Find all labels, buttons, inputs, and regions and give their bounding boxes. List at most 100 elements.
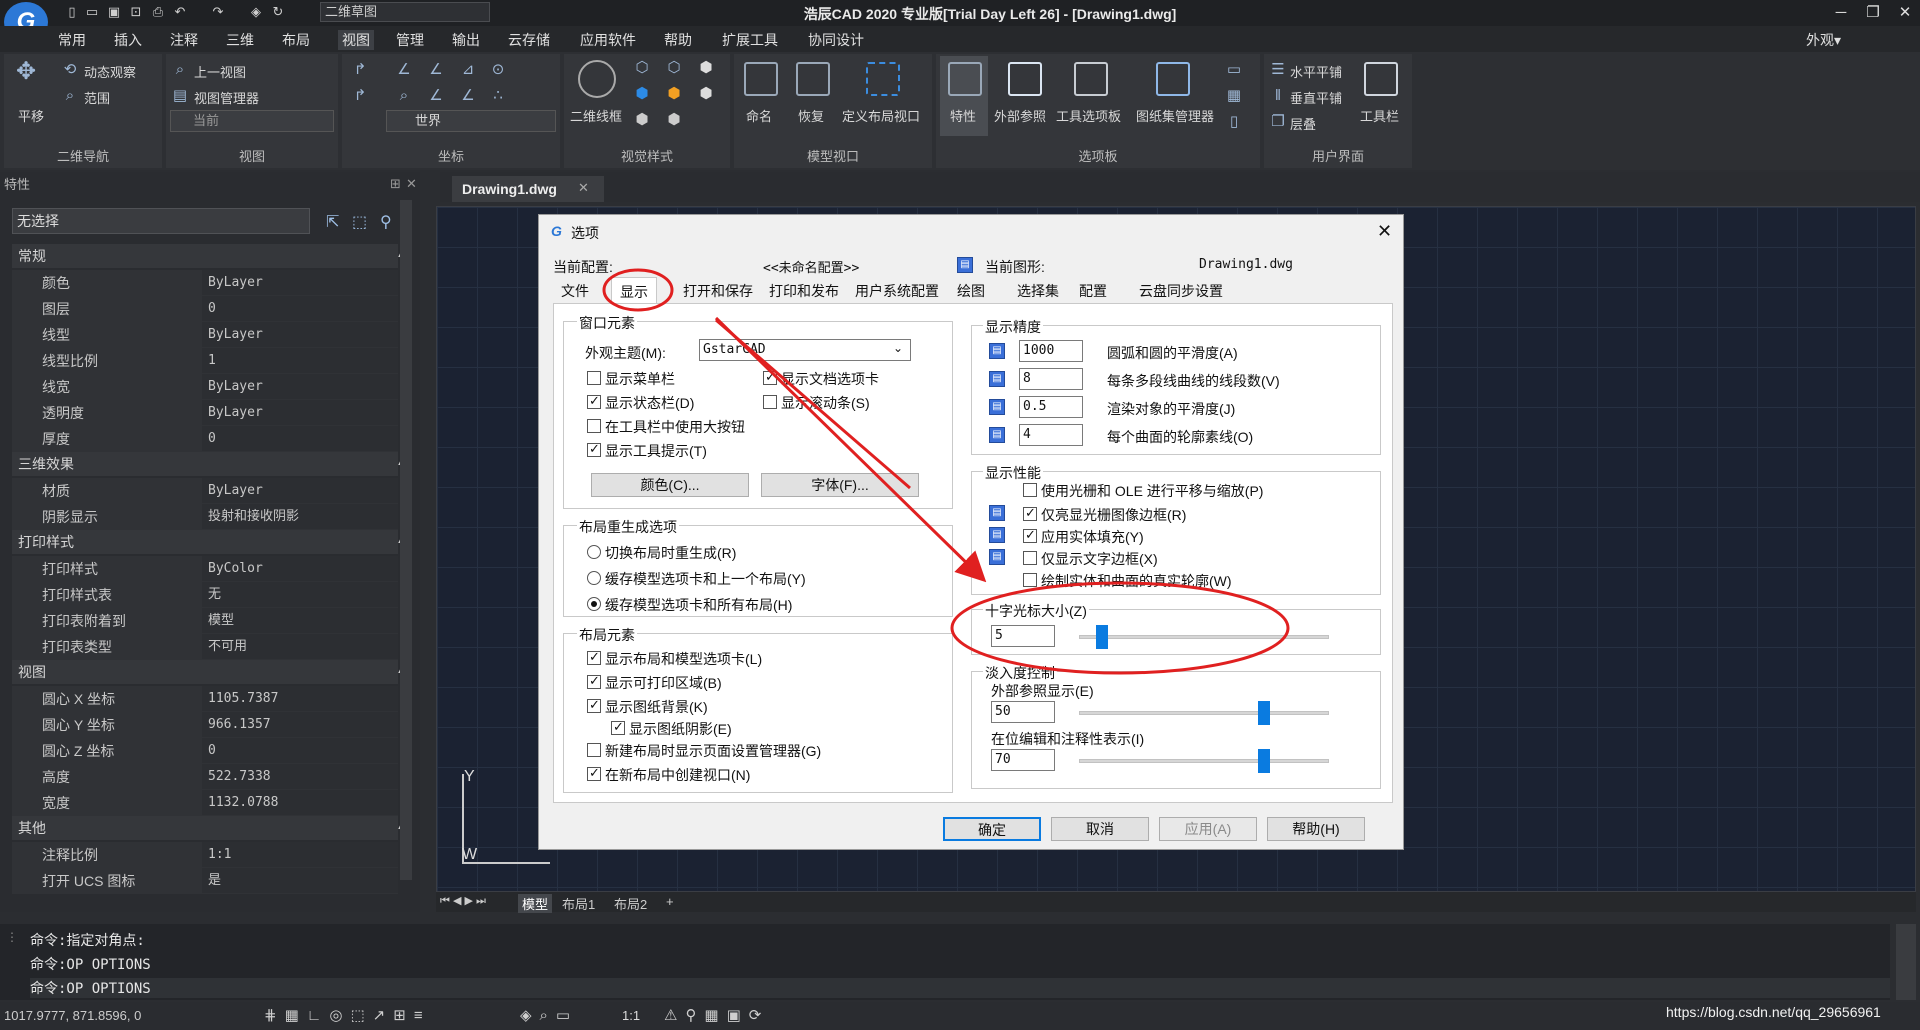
menu-item-view[interactable]: 视图	[338, 30, 374, 50]
tool-palette-button[interactable]: 工具选项板	[1056, 106, 1121, 125]
redo-icon[interactable]: ↷	[210, 4, 226, 20]
property-row[interactable]: 圆心 Z 坐标 0	[12, 738, 398, 764]
open-file-icon[interactable]: ▭	[84, 4, 100, 20]
define-viewport-button[interactable]: 定义布局视口	[842, 106, 920, 125]
property-row[interactable]: 圆心 X 坐标 1105.7387	[12, 686, 398, 712]
palette-small-icon[interactable]: ▭	[1224, 60, 1244, 80]
large-buttons-checkbox[interactable]	[587, 419, 601, 433]
property-row[interactable]: 颜色 ByLayer	[12, 270, 398, 296]
toggle-pickadd-icon[interactable]: ⇱	[326, 212, 339, 232]
menu-item-collab[interactable]: 协同设计	[808, 30, 864, 50]
tile-vertical-button[interactable]: 垂直平铺	[1290, 88, 1342, 107]
create-viewport-checkbox[interactable]	[587, 765, 601, 781]
tab-open-save[interactable]: 打开和保存	[683, 281, 753, 301]
show-tooltips-checkbox[interactable]	[587, 441, 601, 457]
raster-frame-checkbox[interactable]	[1023, 505, 1037, 521]
show-statusbar-checkbox[interactable]	[587, 393, 601, 409]
ucs-3point-icon[interactable]: ∠	[394, 60, 414, 80]
ucs-angle-icon[interactable]: ∠	[426, 60, 446, 80]
tab-layout2[interactable]: 布局2	[614, 894, 647, 913]
tile-horizontal-button[interactable]: 水平平铺	[1290, 62, 1342, 81]
tab-drafting[interactable]: 绘图	[957, 281, 985, 301]
show-doc-tabs-checkbox[interactable]	[763, 369, 777, 385]
visual-style-cube-icon[interactable]: ⬡	[664, 58, 684, 78]
solid-fill-checkbox[interactable]	[1023, 527, 1037, 543]
property-value[interactable]: 模型	[202, 608, 398, 633]
crosshair-size-slider-thumb[interactable]	[1095, 625, 1108, 649]
view-manager-button[interactable]: 视图管理器	[194, 88, 259, 107]
wireframe-icon[interactable]	[578, 60, 616, 98]
crosshair-size-slider-track[interactable]	[1079, 635, 1329, 639]
view-manager-icon[interactable]: ▤	[170, 86, 190, 106]
tile-horizontal-icon[interactable]: ☰	[1268, 60, 1288, 80]
close-button[interactable]: ✕	[1890, 2, 1920, 24]
property-value[interactable]: 无	[202, 582, 398, 607]
status-extra-icons[interactable]: ⚠⚲▦▣⟳	[664, 1006, 769, 1024]
visual-style-cube-icon[interactable]: ⬢	[664, 84, 684, 104]
fonts-button[interactable]: 字体(F)...	[761, 473, 919, 497]
command-scrollbar[interactable]	[1896, 924, 1916, 1000]
cache-last-layout-radio[interactable]	[587, 571, 601, 585]
maximize-button[interactable]: ❐	[1858, 2, 1888, 24]
inplace-fade-input[interactable]: 70	[991, 749, 1055, 771]
cascade-icon[interactable]: ❐	[1268, 112, 1288, 132]
visual-style-cube-icon[interactable]: ⬡	[632, 58, 652, 78]
visual-style-cube-icon[interactable]: ⬢	[696, 58, 716, 78]
arc-smoothness-input[interactable]: 1000	[1019, 340, 1083, 362]
toolbar-icon[interactable]	[1364, 62, 1398, 96]
menu-item-layout[interactable]: 布局	[282, 30, 310, 50]
property-value[interactable]: 966.1357	[202, 712, 398, 737]
toolbar-button[interactable]: 工具栏	[1360, 106, 1399, 125]
property-row[interactable]: 打印表附着到 模型	[12, 608, 398, 634]
menu-item-insert[interactable]: 插入	[114, 30, 142, 50]
ucs-object-icon[interactable]: ∴	[488, 86, 508, 106]
ok-button[interactable]: 确定	[943, 817, 1041, 841]
current-view-select[interactable]: 当前	[170, 110, 334, 132]
raster-pan-zoom-checkbox[interactable]	[1023, 483, 1037, 497]
cache-all-layouts-radio[interactable]	[587, 597, 601, 611]
property-row[interactable]: 厚度 0	[12, 426, 398, 452]
restore-viewport-button[interactable]: 恢复	[798, 106, 824, 125]
menu-item-cloud[interactable]: 云存储	[508, 30, 550, 50]
tab-model[interactable]: 模型	[518, 894, 553, 913]
inplace-fade-slider-track[interactable]	[1079, 759, 1329, 763]
prev-view-icon[interactable]: ⌕	[170, 60, 190, 80]
panel-close-icon[interactable]: ✕	[406, 176, 417, 192]
properties-category[interactable]: 视图	[12, 660, 398, 684]
property-value[interactable]: ByLayer	[202, 400, 398, 425]
save-icon[interactable]: ▣	[106, 4, 122, 20]
property-value[interactable]: 0	[202, 426, 398, 451]
xref-icon[interactable]	[1008, 62, 1042, 96]
property-value[interactable]: 投射和接收阴影	[202, 504, 398, 529]
property-value[interactable]: 1132.0788	[202, 790, 398, 815]
tab-display[interactable]: 显示	[611, 277, 657, 303]
property-value[interactable]: 1105.7387	[202, 686, 398, 711]
menu-item-output[interactable]: 输出	[452, 30, 480, 50]
apply-button[interactable]: 应用(A)	[1159, 817, 1257, 841]
xref-fade-slider-track[interactable]	[1079, 711, 1329, 715]
visual-style-cube-icon[interactable]: ⬢	[696, 84, 716, 104]
property-value[interactable]: 1:1	[202, 842, 398, 867]
ucs-select[interactable]: 世界	[386, 110, 556, 132]
sheet-set-icon[interactable]	[1156, 62, 1190, 96]
property-row[interactable]: 打印表类型 不可用	[12, 634, 398, 660]
xref-button[interactable]: 外部参照	[994, 106, 1046, 125]
xref-fade-input[interactable]: 50	[991, 701, 1055, 723]
show-layout-tabs-checkbox[interactable]	[587, 649, 601, 665]
menu-item-annotate[interactable]: 注释	[170, 30, 198, 50]
tab-layout1[interactable]: 布局1	[562, 894, 595, 913]
property-row[interactable]: 透明度 ByLayer	[12, 400, 398, 426]
visual-style-cube-icon[interactable]: ⬢	[632, 110, 652, 130]
quick-select-icon[interactable]: ⚲	[380, 212, 392, 232]
status-tool-icons[interactable]: ◈⌕▭	[520, 1006, 578, 1024]
menu-item-home[interactable]: 常用	[58, 30, 86, 50]
crosshair-size-input[interactable]: 5	[991, 625, 1055, 647]
workspace-select[interactable]: 二维草图	[320, 2, 490, 22]
range-button[interactable]: 范围	[84, 88, 110, 107]
property-row[interactable]: 圆心 Y 坐标 966.1357	[12, 712, 398, 738]
property-row[interactable]: 线宽 ByLayer	[12, 374, 398, 400]
xref-fade-slider-thumb[interactable]	[1257, 701, 1270, 725]
layers-icon[interactable]: ◈	[248, 4, 264, 20]
properties-button[interactable]: 特性	[950, 106, 976, 125]
cancel-button[interactable]: 取消	[1051, 817, 1149, 841]
